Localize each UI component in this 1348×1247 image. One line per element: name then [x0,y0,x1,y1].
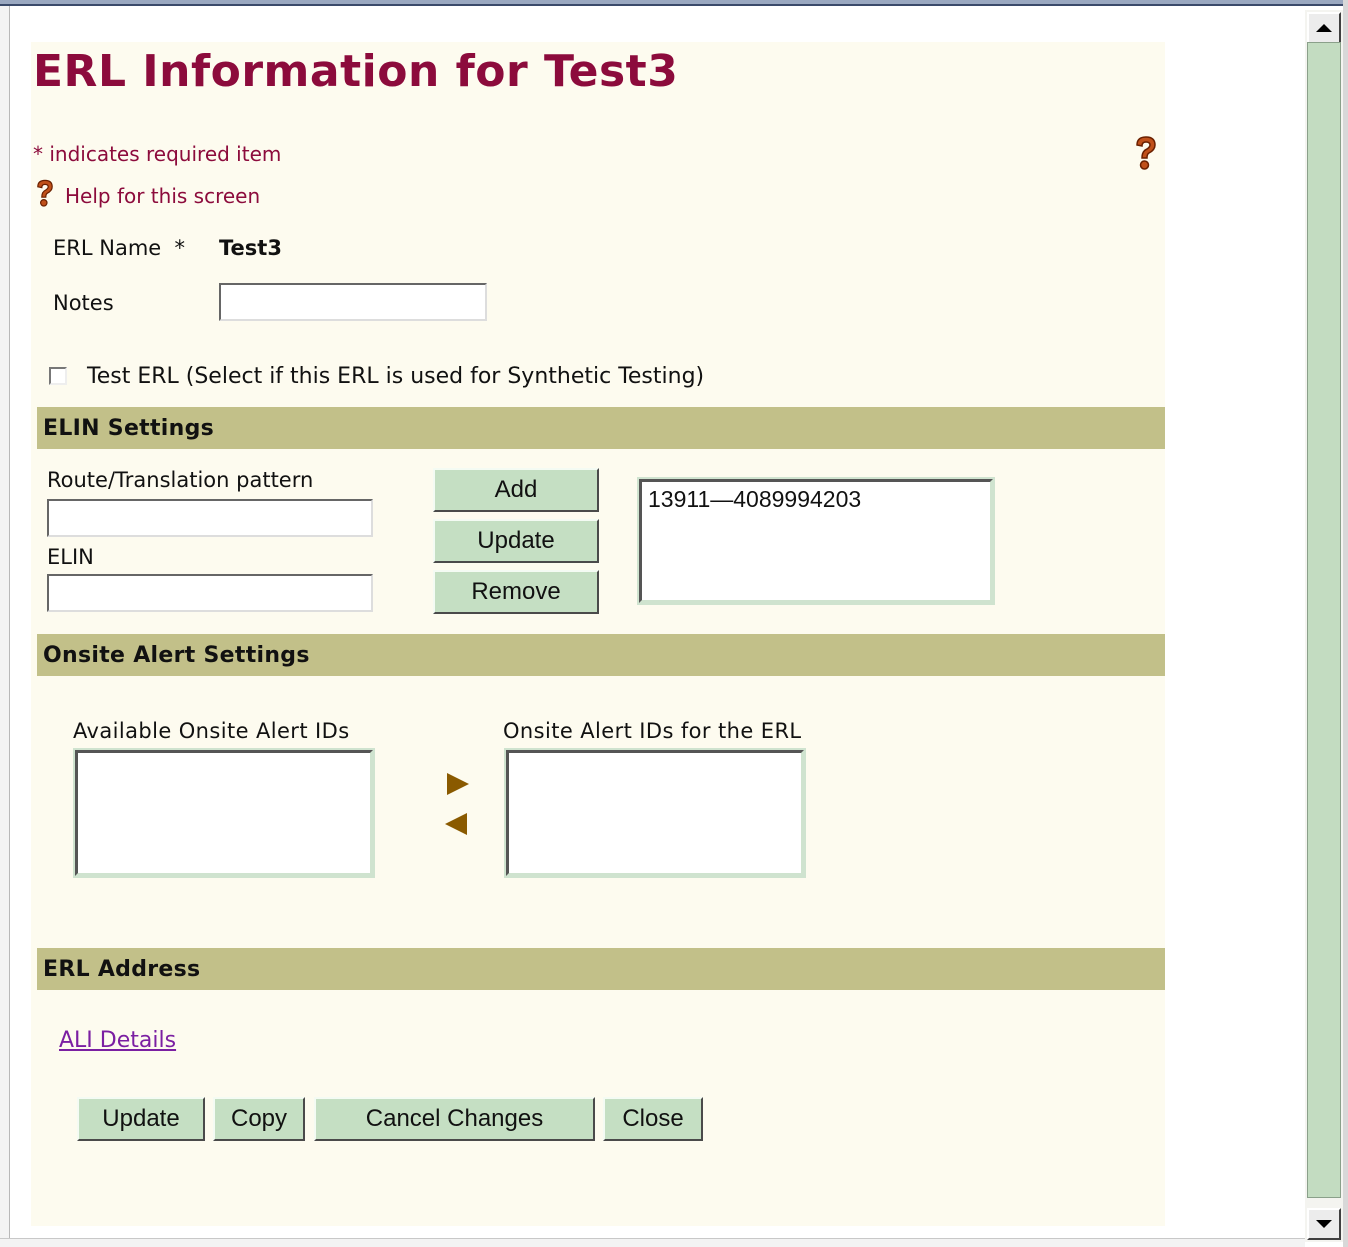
notes-input[interactable] [219,283,487,321]
ali-details-link[interactable]: ALI Details [59,1028,176,1053]
scroll-up-button[interactable] [1307,12,1341,44]
selected-onsite-alert-listbox[interactable] [504,748,806,878]
update-elin-button[interactable]: Update [433,519,599,563]
arrow-right-icon[interactable] [447,773,469,795]
update-button[interactable]: Update [77,1097,205,1141]
close-button[interactable]: Close [603,1097,703,1141]
help-question-icon [33,178,57,214]
help-question-icon[interactable] [1131,134,1161,178]
erl-address-header: ERL Address [37,948,1165,990]
scroll-down-button[interactable] [1307,1208,1341,1240]
available-onsite-alert-listbox[interactable] [73,748,375,878]
arrow-left-icon[interactable] [445,813,467,835]
help-link[interactable]: Help for this screen [65,184,260,208]
help-row[interactable]: Help for this screen [33,178,260,214]
add-button[interactable]: Add [433,468,599,512]
window-frame-left [0,6,10,1247]
notes-label: Notes [53,291,114,315]
copy-button[interactable]: Copy [213,1097,305,1141]
available-onsite-alert-label: Available Onsite Alert IDs [73,719,350,743]
window-frame-bottom [0,1238,1305,1247]
elin-settings-header: ELIN Settings [37,407,1165,449]
onsite-alert-settings-header: Onsite Alert Settings [37,634,1165,676]
elin-label: ELIN [47,545,94,569]
list-item[interactable]: 13911—4089994203 [648,486,861,513]
elin-input[interactable] [47,574,373,612]
page-title: ERL Information for Test3 [33,46,679,97]
chevron-up-icon [1316,24,1332,32]
elin-listbox[interactable]: 13911—4089994203 [637,477,995,605]
remove-button[interactable]: Remove [433,570,599,614]
chevron-down-icon [1316,1220,1332,1228]
erl-form-panel: ERL Information for Test3 * indicates re… [31,42,1165,1226]
route-pattern-input[interactable] [47,499,373,537]
erl-name-label: ERL Name * [53,236,186,260]
erl-name-value: Test3 [219,236,282,260]
selected-onsite-alert-label: Onsite Alert IDs for the ERL [503,719,802,743]
test-erl-checkbox[interactable] [49,367,67,385]
test-erl-label: Test ERL (Select if this ERL is used for… [87,364,705,389]
window-frame-right [1343,0,1348,1247]
scrollbar-thumb[interactable] [1307,42,1341,1198]
required-item-note: * indicates required item [33,142,282,166]
cancel-changes-button[interactable]: Cancel Changes [314,1097,595,1141]
route-pattern-label: Route/Translation pattern [47,468,314,492]
window-frame-top-shadow [0,4,1348,6]
